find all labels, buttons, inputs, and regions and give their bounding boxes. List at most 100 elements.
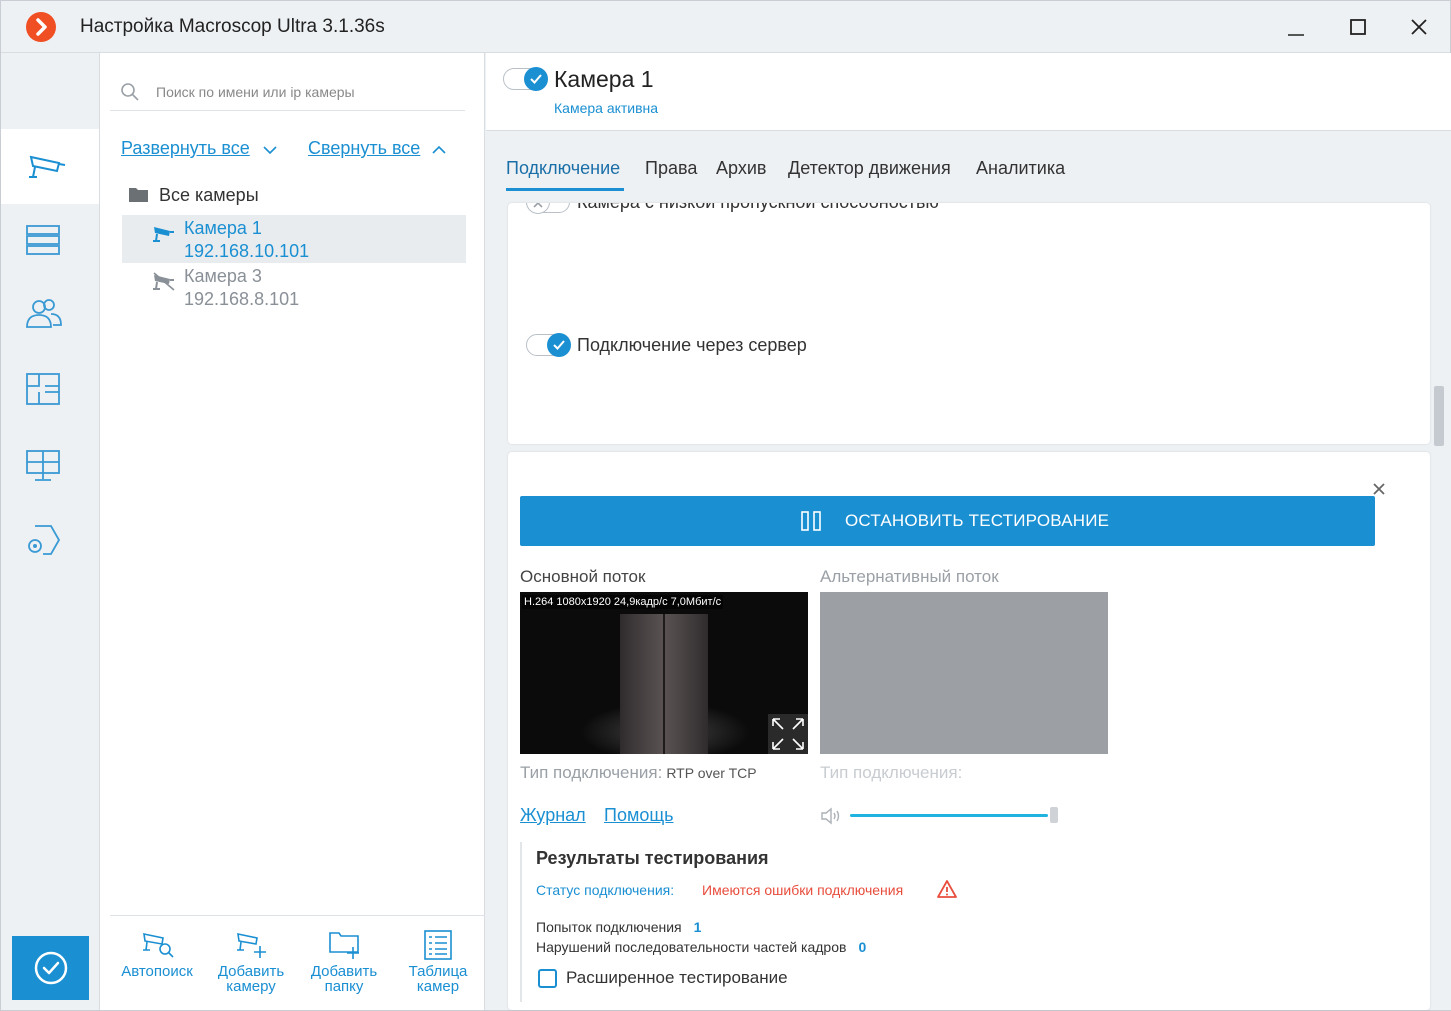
close-window-button[interactable] <box>1399 11 1439 43</box>
add-camera-icon <box>237 932 266 958</box>
content-scrollbar[interactable] <box>1434 386 1444 446</box>
nav-camera-settings[interactable] <box>1 504 99 579</box>
fullscreen-button[interactable] <box>768 714 808 754</box>
camera-enabled-toggle[interactable] <box>503 67 548 91</box>
camera-list-item-1[interactable]: Камера 1 192.168.10.101 <box>122 215 466 263</box>
video-frame <box>663 614 665 754</box>
main-stream-label: Основной поток <box>520 567 646 586</box>
nav-layouts[interactable] <box>1 354 99 429</box>
conn-type-value: RTP over TCP <box>666 765 757 781</box>
warning-icon <box>937 880 957 898</box>
x-icon <box>533 203 543 208</box>
minimize-icon <box>1288 34 1304 36</box>
camera-list-item-3[interactable]: Камера 3 192.168.8.101 <box>122 263 466 311</box>
camera-header: Камера 1 Камера активна <box>486 53 1451 131</box>
tab-motion-detector[interactable]: Детектор движения <box>788 158 951 179</box>
attempts-value: 1 <box>693 919 702 935</box>
nav-cameras[interactable] <box>1 129 99 204</box>
tab-rights[interactable]: Права <box>645 158 697 179</box>
camera-table-button[interactable]: Таблица камер <box>393 916 483 1011</box>
connection-settings-card: Камера с низкой пропускной способностью … <box>508 203 1430 444</box>
via-server-toggle[interactable] <box>526 333 571 357</box>
left-navigation <box>1 53 100 1010</box>
camera-name: Камера 1 <box>184 218 262 238</box>
check-icon <box>530 74 542 84</box>
chevron-up-icon[interactable] <box>432 145 446 155</box>
tab-analytics[interactable]: Аналитика <box>976 158 1065 179</box>
extended-testing-checkbox[interactable] <box>538 969 557 988</box>
users-icon <box>26 299 62 328</box>
folder-icon <box>129 188 148 202</box>
attempts-label: Попыток подключения <box>536 919 682 935</box>
journal-link[interactable]: Журнал <box>520 805 586 826</box>
main-stream-stats: H.264 1080x1920 24,9кадр/с 7,0Мбит/с <box>522 595 724 609</box>
via-server-label: Подключение через сервер <box>577 335 807 355</box>
maximize-button[interactable] <box>1338 11 1378 43</box>
testing-card: ОСТАНОВИТЬ ТЕСТИРОВАНИЕ Основной поток А… <box>508 452 1430 1010</box>
app-logo-icon <box>26 12 56 42</box>
add-camera-button[interactable]: Добавить камеру <box>206 916 296 1011</box>
tool-label: Добавить папку <box>310 963 378 995</box>
check-icon <box>553 340 565 350</box>
camera-icon <box>29 155 66 178</box>
add-folder-button[interactable]: Добавить папку <box>299 916 389 1011</box>
low-bandwidth-toggle[interactable] <box>526 203 570 214</box>
extended-testing-label: Расширенное тестирование <box>566 968 788 987</box>
alt-conn-type: Тип подключения: <box>820 763 963 782</box>
layout-icon <box>26 373 60 405</box>
maximize-icon <box>1350 19 1366 35</box>
fullscreen-icon <box>772 718 804 750</box>
auto-search-button[interactable]: Автопоиск <box>112 916 202 1011</box>
title-bar: Настройка Macroscop Ultra 3.1.36s <box>1 1 1450 53</box>
search-input[interactable] <box>156 81 456 103</box>
apply-button[interactable] <box>12 936 89 1000</box>
main-stream-video: H.264 1080x1920 24,9кадр/с 7,0Мбит/с <box>520 592 808 754</box>
search-box <box>110 73 465 111</box>
camera-table-icon <box>424 930 452 960</box>
search-icon <box>121 83 139 101</box>
check-circle-icon <box>34 951 68 985</box>
camera-disabled-icon <box>153 272 175 291</box>
window-title: Настройка Macroscop Ultra 3.1.36s <box>80 16 385 37</box>
tool-label: Таблица камер <box>408 963 468 995</box>
help-link[interactable]: Помощь <box>604 805 674 826</box>
camera-active-icon <box>153 227 174 242</box>
violations-row: Нарушений последовательности частей кадр… <box>536 939 866 955</box>
conn-type-label: Тип подключения: <box>520 763 663 782</box>
tab-archive[interactable]: Архив <box>716 158 766 179</box>
attempts-row: Попыток подключения 1 <box>536 919 701 935</box>
camera-status: Камера активна <box>554 100 659 116</box>
test-results: Результаты тестирования Статус подключен… <box>520 842 1020 1002</box>
camera-name: Камера 3 <box>184 266 262 286</box>
nav-users[interactable] <box>1 279 99 354</box>
speaker-icon[interactable] <box>820 806 844 826</box>
alt-stream-label: Альтернативный поток <box>820 567 999 586</box>
violations-value: 0 <box>858 939 867 955</box>
alt-stream-video <box>820 592 1108 754</box>
expand-all-link[interactable]: Развернуть все <box>121 138 250 159</box>
nav-servers[interactable] <box>1 204 99 279</box>
active-tab-indicator <box>506 188 624 191</box>
low-bandwidth-label: Камера с низкой пропускной способностью <box>577 203 939 213</box>
minimize-button[interactable] <box>1276 11 1316 43</box>
tool-label: Автопоиск <box>121 963 193 980</box>
camera-ip: 192.168.8.101 <box>184 289 300 309</box>
volume-slider[interactable] <box>850 814 1048 817</box>
chevron-down-icon[interactable] <box>263 145 277 155</box>
close-icon <box>1411 19 1427 35</box>
camera-list-panel: Развернуть все Свернуть все Все камеры К… <box>100 53 485 1010</box>
app-window: Настройка Macroscop Ultra 3.1.36s Поиск … <box>0 0 1451 1011</box>
connection-status-value: Имеются ошибки подключения <box>702 882 904 898</box>
connection-status-label: Статус подключения: <box>536 882 675 898</box>
add-folder-icon <box>329 932 359 959</box>
results-title: Результаты тестирования <box>536 848 769 868</box>
volume-slider-thumb[interactable] <box>1050 807 1058 823</box>
tab-connection[interactable]: Подключение <box>506 158 620 179</box>
stop-testing-button[interactable]: ОСТАНОВИТЬ ТЕСТИРОВАНИЕ <box>520 496 1375 546</box>
pause-icon <box>801 511 821 531</box>
nav-monitors[interactable] <box>1 429 99 504</box>
settings-tabs: Подключение Права Архив Детектор движени… <box>486 132 1451 192</box>
collapse-all-link[interactable]: Свернуть все <box>308 138 420 159</box>
monitor-icon <box>26 450 60 481</box>
auto-search-icon <box>143 932 174 958</box>
